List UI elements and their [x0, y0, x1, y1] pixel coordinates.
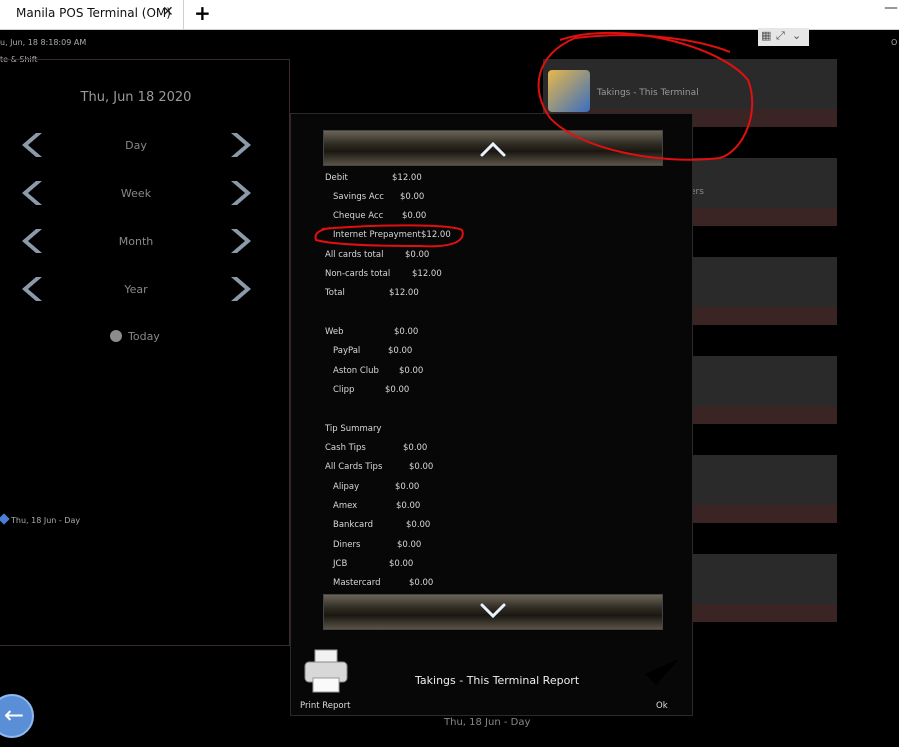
grid-icon[interactable]: ▦ — [761, 29, 771, 42]
report-line-value: $0.00 — [405, 250, 430, 260]
next-week-arrow-icon[interactable] — [229, 179, 251, 207]
report-line-value: $0.00 — [403, 443, 428, 453]
prev-month-arrow-icon[interactable] — [22, 227, 44, 255]
marker-icon — [0, 513, 10, 525]
report-line-value: $0.00 — [388, 346, 413, 356]
chevron-up-icon — [480, 141, 506, 157]
today-button[interactable]: Today — [110, 330, 160, 343]
ok-check-icon[interactable] — [641, 654, 683, 690]
report-line-label: Debit — [325, 173, 348, 183]
header-right-label: O — [891, 38, 898, 47]
print-report-label[interactable]: Print Report — [300, 701, 350, 711]
report-line-label: Tip Summary — [325, 424, 382, 434]
ok-label[interactable]: Ok — [656, 701, 668, 711]
report-line-label: Amex — [333, 501, 358, 511]
confirm-check-icon[interactable] — [464, 82, 494, 104]
report-line-label: Aston Club — [333, 366, 379, 376]
report-line-label: All cards total — [325, 250, 384, 260]
report-line-label: Total — [325, 288, 345, 298]
report-line-label: Web — [325, 327, 344, 337]
report-line-value: $0.00 — [409, 462, 434, 472]
selected-period: Thu, 18 Jun - Day — [0, 513, 81, 525]
next-day-arrow-icon[interactable] — [229, 131, 251, 159]
footer-date: Thu, 18 Jun - Day — [444, 717, 531, 728]
period-day: Day — [125, 139, 147, 152]
report-line-label: Bankcard — [333, 520, 373, 530]
report-line-value: $12.00 — [389, 288, 419, 298]
new-tab-button[interactable]: + — [194, 1, 211, 25]
takings-terminal-label: Takings - This Terminal — [597, 88, 699, 98]
report-line-value: $0.00 — [385, 385, 410, 395]
period-year: Year — [124, 283, 148, 296]
prev-day-arrow-icon[interactable] — [22, 131, 44, 159]
report-line-label: Cash Tips — [325, 443, 366, 453]
chevron-down-icon[interactable]: ⌄ — [792, 29, 801, 42]
report-line-label: Non-cards total — [325, 269, 391, 279]
period-month: Month — [118, 235, 154, 248]
report-line-value: $0.00 — [409, 578, 434, 588]
back-button[interactable]: ← — [0, 694, 34, 738]
report-line-label: Savings Acc — [333, 192, 384, 202]
report-line-label: Mastercard — [333, 578, 381, 588]
close-tab-icon[interactable]: ✕ — [162, 4, 174, 20]
back-arrow-icon: ← — [4, 701, 25, 729]
view-controls[interactable]: ▦ ⤢ ⌄ — [758, 28, 809, 46]
report-line-value: $12.00 — [392, 173, 422, 183]
scroll-down-button[interactable] — [323, 594, 663, 630]
report-line-value: $12.00 — [421, 230, 451, 240]
printer-icon[interactable] — [303, 648, 349, 694]
report-line-label: Cheque Acc — [333, 211, 384, 221]
scroll-up-button[interactable] — [323, 130, 663, 166]
prev-year-arrow-icon[interactable] — [22, 275, 44, 303]
report-line-value: $0.00 — [395, 482, 420, 492]
report-line-value: $0.00 — [400, 192, 425, 202]
minimize-button[interactable]: — — [884, 0, 898, 16]
report-line-value: $0.00 — [397, 540, 422, 550]
current-date: Thu, Jun 18 2020 — [80, 90, 192, 105]
report-line-value: $12.00 — [412, 269, 442, 279]
report-line-label: All Cards Tips — [325, 462, 383, 472]
report-line-label: JCB — [333, 559, 348, 569]
expand-icon[interactable]: ⤢ — [776, 29, 785, 43]
clock-icon — [110, 330, 122, 342]
report-title: Takings - This Terminal Report — [415, 674, 580, 687]
prev-week-arrow-icon[interactable] — [22, 179, 44, 207]
report-line-value: $0.00 — [399, 366, 424, 376]
credit-card-icon — [548, 70, 590, 112]
report-line-value: $0.00 — [396, 501, 421, 511]
selected-period-label: Thu, 18 Jun - Day — [11, 516, 81, 525]
tab-title: Manila POS Terminal (OM) — [16, 6, 171, 20]
report-line-label: Clipp — [333, 385, 355, 395]
report-line-value: $0.00 — [389, 559, 414, 569]
report-line-value: $0.00 — [402, 211, 427, 221]
header-datetime: u, Jun, 18 8:18:09 AM — [0, 38, 87, 47]
report-line-label: Diners — [333, 540, 361, 550]
report-line-value: $0.00 — [394, 327, 419, 337]
chevron-down-icon — [480, 603, 506, 619]
next-year-arrow-icon[interactable] — [229, 275, 251, 303]
report-line-label: PayPal — [333, 346, 361, 356]
report-line-label: Internet Prepayment — [333, 230, 421, 240]
period-week: Week — [120, 187, 152, 200]
next-month-arrow-icon[interactable] — [229, 227, 251, 255]
today-label: Today — [128, 330, 160, 343]
report-line-value: $0.00 — [406, 520, 431, 530]
report-line-label: Alipay — [333, 482, 360, 492]
